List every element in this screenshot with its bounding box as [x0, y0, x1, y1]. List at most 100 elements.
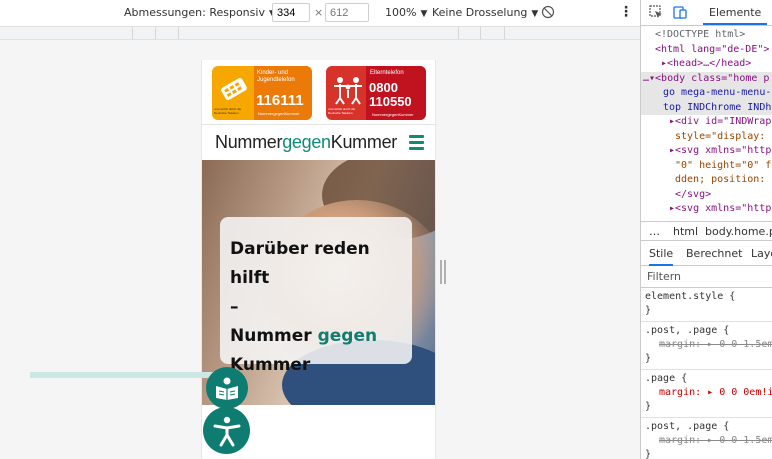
- hero-line-1: Darüber reden hilft: [230, 239, 370, 288]
- chevron-down-icon: ▼: [420, 9, 428, 19]
- dom-node-line[interactable]: …▾<body class="home p: [641, 71, 772, 86]
- media-query-ruler: [0, 26, 640, 40]
- rule-property[interactable]: margin: ▸ 0 0 1.5em;: [645, 338, 772, 352]
- dom-node-text: ▸<head>…</head>: [661, 58, 752, 69]
- site-header: NummergegenKummer: [202, 124, 435, 160]
- dom-node-line[interactable]: ▸<svg xmlns="http:: [641, 144, 772, 159]
- height-input[interactable]: [325, 3, 369, 22]
- rule-selector: .page {: [645, 373, 688, 384]
- dom-node-line[interactable]: top INDChrome INDha: [641, 100, 772, 115]
- devtools-panel: Elemente <!DOCTYPE html> <html lang="de-D…: [640, 0, 772, 459]
- inspect-element-icon[interactable]: [649, 5, 663, 19]
- menu-icon[interactable]: [409, 135, 424, 150]
- dom-node-text: </svg>: [675, 188, 712, 200]
- zoom-value: 100%: [385, 6, 417, 19]
- parents-helpline-footnote: unterstützt durch die Deutsche Telekom: [328, 107, 356, 115]
- dom-node-line[interactable]: <!DOCTYPE html>: [641, 28, 772, 43]
- rotate-icon[interactable]: [541, 5, 555, 19]
- parents-helpline-number-line1: 0800: [369, 80, 398, 95]
- rule-selector: .post, .page {: [645, 421, 730, 432]
- helpline-banner: Kinder- und Jugendtelefon 116111 Nummerg…: [212, 66, 426, 120]
- breadcrumb-item-html[interactable]: html: [673, 225, 698, 238]
- parents-helpline-title: Elterntelefon: [370, 70, 404, 76]
- times-separator: ×: [314, 6, 324, 19]
- dom-node-text: …▾<body class="home p: [643, 72, 770, 84]
- dom-node-line[interactable]: ▸<svg xmlns="http:: [641, 202, 772, 217]
- dom-node-text: "0" height="0" fo: [675, 159, 772, 171]
- scroll-progress-bar: [30, 372, 224, 378]
- dom-node-text: ▸<svg xmlns="http:: [669, 203, 772, 214]
- kids-helpline-footnote: unterstützt durch die Deutsche Telekom: [214, 107, 242, 115]
- parents-helpline-number-line2: 110550: [369, 94, 412, 109]
- dom-node-text: style="display: b: [675, 130, 772, 142]
- device-toolbar: Abmessungen: Responsiv▼ × 100%▼ Keine Dr…: [0, 0, 640, 26]
- breadcrumb-item-ellipsis[interactable]: …: [649, 225, 660, 238]
- dom-node-line[interactable]: ▸<div id="INDWrap": [641, 115, 772, 130]
- dom-node-line[interactable]: <html lang="de-DE">: [641, 43, 772, 58]
- dom-node-line[interactable]: dden; position: a: [641, 173, 772, 188]
- styles-filter-input[interactable]: Filtern: [641, 266, 772, 288]
- hero-line-4: Kummer: [230, 355, 311, 375]
- dom-node-line[interactable]: "0" height="0" fo: [641, 159, 772, 174]
- tab-layout[interactable]: Layo: [751, 247, 772, 260]
- style-rule[interactable]: element.style {}: [641, 288, 772, 322]
- easy-reading-button[interactable]: [206, 367, 248, 409]
- style-rule[interactable]: .post, .page { margin: ▸ 0 0 1.5em;}: [641, 322, 772, 370]
- style-rule[interactable]: .page { margin: ▸ 0 0 0em!imp}: [641, 370, 772, 418]
- style-rules: element.style {} .post, .page { margin: ▸ …: [641, 288, 772, 459]
- hero-line-3a: Nummer: [230, 326, 318, 346]
- rule-selector: .post, .page {: [645, 325, 730, 336]
- hero-line-3b: gegen: [317, 326, 378, 346]
- dom-node-line[interactable]: style="display: b: [641, 130, 772, 145]
- dom-node-line[interactable]: go mega-menu-menu-1: [641, 86, 772, 101]
- kids-helpline-brand: NummergegenKummer: [258, 111, 300, 116]
- dimensions-label: Abmessungen: Responsiv: [124, 6, 265, 19]
- zoom-dropdown[interactable]: 100% ▼: [385, 6, 427, 19]
- kids-helpline-card[interactable]: Kinder- und Jugendtelefon 116111 Nummerg…: [212, 66, 312, 120]
- logo-part-nummer: Nummer: [215, 132, 283, 152]
- rule-property[interactable]: margin: ▸ 0 0 1.5em;: [645, 434, 772, 448]
- book-reader-icon: [216, 377, 238, 400]
- breadcrumb-item-body[interactable]: body.home.pa: [705, 225, 772, 238]
- device-toggle-icon[interactable]: [673, 5, 687, 19]
- dom-node-text: top INDChrome INDha: [663, 101, 772, 113]
- hero-card: Darüber reden hilft – Nummer gegen Kumme…: [220, 217, 412, 375]
- logo-part-gegen: gegen: [282, 132, 331, 152]
- logo-part-kummer: Kummer: [330, 132, 398, 152]
- hero-section: Darüber reden hilft – Nummer gegen Kumme…: [202, 160, 435, 405]
- dom-node-text: go mega-menu-menu-1: [663, 87, 772, 98]
- resize-handle[interactable]: [440, 260, 446, 284]
- dom-node-text: <html lang="de-DE">: [655, 43, 770, 55]
- site-logo[interactable]: NummergegenKummer: [215, 132, 397, 153]
- dom-node-text: ▸<svg xmlns="http:: [669, 145, 772, 156]
- kids-helpline-number: 116111: [256, 92, 304, 109]
- parents-helpline-card[interactable]: Elterntelefon 0800 110550 NummergegenKum…: [326, 66, 426, 120]
- rule-property[interactable]: margin: ▸ 0 0 0em!imp: [645, 386, 772, 400]
- dom-node-line[interactable]: </svg>: [641, 188, 772, 203]
- tab-styles[interactable]: Stile: [649, 247, 674, 266]
- tab-computed[interactable]: Berechnet: [686, 247, 742, 260]
- rule-selector: element.style {: [645, 291, 736, 302]
- rule-close-brace: }: [645, 449, 652, 459]
- family-icon: [334, 77, 362, 105]
- hero-line-3: Nummer gegen: [230, 322, 402, 351]
- rule-close-brace: }: [645, 305, 652, 316]
- dom-tree: <!DOCTYPE html> <html lang="de-DE"> ▸<head…: [641, 28, 772, 217]
- styles-tabbar: Stile Berechnet Layo: [641, 241, 772, 266]
- width-input[interactable]: [272, 3, 310, 22]
- hero-line-2: –: [230, 297, 239, 317]
- accessibility-icon: [213, 416, 240, 446]
- more-options-icon[interactable]: ⋮: [619, 4, 633, 20]
- style-rule[interactable]: .post, .page { margin: ▸ 0 0 1.5em;}: [641, 418, 772, 459]
- kids-helpline-title: Kinder- und Jugendtelefon: [257, 70, 295, 83]
- throttle-dropdown[interactable]: Keine Drosselung ▼: [432, 6, 538, 19]
- dom-node-line[interactable]: ▸<head>…</head>: [641, 57, 772, 72]
- dom-node-text: ▸<div id="INDWrap": [669, 116, 772, 127]
- parents-helpline-brand: NummergegenKummer: [372, 112, 414, 117]
- tab-elements[interactable]: Elemente: [703, 0, 768, 25]
- rule-close-brace: }: [645, 353, 652, 364]
- dimensions-dropdown[interactable]: Abmessungen: Responsiv▼: [124, 6, 276, 19]
- rule-close-brace: }: [645, 401, 652, 412]
- breadcrumb: … html body.home.pa: [641, 221, 772, 241]
- accessibility-button[interactable]: [203, 407, 250, 454]
